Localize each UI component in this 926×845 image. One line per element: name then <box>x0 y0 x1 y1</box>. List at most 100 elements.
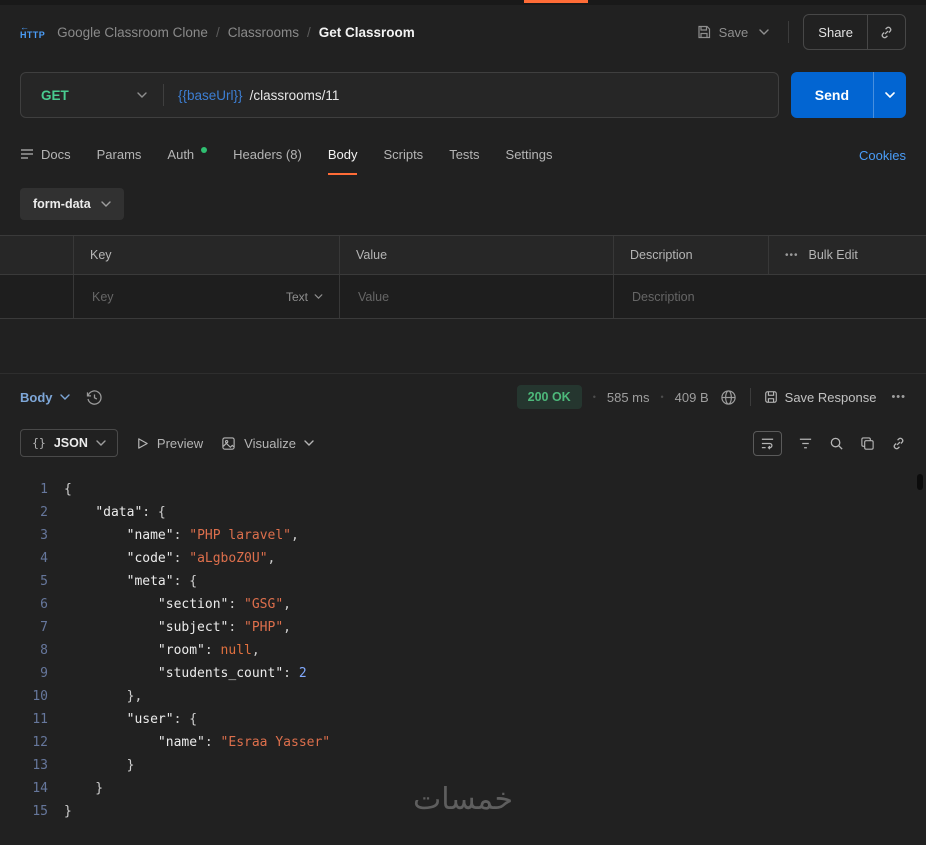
response-more-button[interactable]: ••• <box>891 391 906 403</box>
table-header-row: Key Value Description ••• Bulk Edit <box>0 236 926 275</box>
method-select[interactable]: GET <box>21 88 163 103</box>
row-key-cell: Text <box>74 275 340 318</box>
tab-label: Headers (8) <box>233 146 302 162</box>
key-input[interactable] <box>90 288 278 305</box>
copy-icon <box>861 436 874 450</box>
row-select-cell <box>0 275 74 318</box>
tab-params[interactable]: Params <box>97 135 142 175</box>
link-icon <box>893 437 904 449</box>
response-format-select[interactable]: {} JSON <box>20 429 118 457</box>
copy-button[interactable] <box>860 436 875 451</box>
value-input[interactable] <box>356 288 597 305</box>
share-button[interactable]: Share <box>804 15 867 49</box>
copy-link-button[interactable] <box>868 15 905 49</box>
globe-icon <box>720 389 736 405</box>
description-input[interactable] <box>630 288 910 305</box>
visualize-label: Visualize <box>244 435 296 451</box>
bulk-edit-link[interactable]: Bulk Edit <box>809 248 858 262</box>
postman-app: ← HTTP Google Classroom Clone / Classroo… <box>0 0 926 845</box>
cookies-link[interactable]: Cookies <box>859 148 906 163</box>
http-label: HTTP <box>20 30 46 40</box>
send-button[interactable]: Send <box>790 72 873 118</box>
send-label: Send <box>814 87 849 103</box>
response-size: 409 B <box>674 389 709 405</box>
chevron-down-icon <box>759 29 769 35</box>
chevron-down-icon <box>96 440 106 446</box>
braces-icon: {} <box>32 436 46 450</box>
chevron-down-icon <box>137 92 147 98</box>
table-more-icon[interactable]: ••• <box>785 250 799 261</box>
method-label: GET <box>41 87 69 103</box>
tab-tests[interactable]: Tests <box>449 135 479 175</box>
body-type-label: form-data <box>33 197 91 211</box>
save-options-button[interactable] <box>754 29 774 35</box>
tab-label: Settings <box>505 146 553 162</box>
wrap-text-icon <box>761 438 774 450</box>
row-value-cell <box>340 275 614 318</box>
tab-docs[interactable]: Docs <box>20 135 71 175</box>
save-icon <box>698 25 710 39</box>
save-response-button[interactable]: Save Response <box>764 390 876 405</box>
wrap-text-button[interactable] <box>753 430 782 456</box>
response-meta: 200 OK • 585 ms • 409 B Save Response ••… <box>516 385 906 409</box>
send-button-group: Send <box>790 72 906 118</box>
value-type-select[interactable]: Text <box>286 290 323 304</box>
http-request-icon: ← HTTP <box>20 23 46 40</box>
tab-headers[interactable]: Headers (8) <box>233 135 302 175</box>
breadcrumb-separator: / <box>215 24 220 40</box>
response-toolbar-icons <box>753 430 906 456</box>
share-response-button[interactable] <box>891 436 906 451</box>
chevron-down-icon <box>314 294 323 299</box>
header-actions: Save Share <box>696 14 906 50</box>
select-column-header <box>0 236 74 274</box>
filter-button[interactable] <box>798 436 813 451</box>
key-column-header: Key <box>74 236 340 274</box>
meta-dot: • <box>592 392 596 402</box>
tab-settings[interactable]: Settings <box>506 135 553 175</box>
play-icon <box>138 437 148 449</box>
response-time: 585 ms <box>606 389 650 405</box>
response-section: Body 200 OK • 585 ms • 409 B Save Respon… <box>0 373 926 823</box>
response-view-toolbar: {} JSON Preview Visualize <box>0 420 926 470</box>
save-label: Save <box>718 24 749 40</box>
breadcrumb-collection[interactable]: Classrooms <box>228 25 299 40</box>
row-description-cell <box>614 275 926 318</box>
meta-divider <box>749 388 751 406</box>
history-icon <box>86 389 102 405</box>
preview-button[interactable]: Preview <box>136 436 203 451</box>
url-path: /classrooms/11 <box>249 87 340 103</box>
chevron-down-icon <box>304 440 314 446</box>
response-history-button[interactable] <box>86 389 103 406</box>
save-response-icon <box>764 391 777 403</box>
search-button[interactable] <box>829 436 844 451</box>
share-group: Share <box>803 14 906 50</box>
tab-body[interactable]: Body <box>327 135 358 175</box>
active-tab-indicator <box>524 0 588 3</box>
body-type-select[interactable]: form-data <box>20 188 124 220</box>
response-body-select[interactable]: Body <box>20 390 70 405</box>
tab-label: Docs <box>41 146 71 162</box>
save-button[interactable]: Save <box>696 24 749 40</box>
value-column-header: Value <box>340 236 614 274</box>
code-content: { "data": { "name": "PHP laravel", "code… <box>64 482 331 819</box>
tab-label: Params <box>96 146 142 162</box>
tab-auth[interactable]: Auth <box>167 135 208 175</box>
request-header: ← HTTP Google Classroom Clone / Classroo… <box>0 5 926 59</box>
response-body-label: Body <box>20 389 53 405</box>
breadcrumb-workspace[interactable]: Google Classroom Clone <box>57 25 208 40</box>
url-input[interactable]: {{baseUrl}} /classrooms/11 <box>164 88 353 103</box>
breadcrumb-separator: / <box>306 24 311 40</box>
send-options-button[interactable] <box>873 72 906 118</box>
visualize-button[interactable]: Visualize <box>221 436 314 451</box>
form-data-table: Key Value Description ••• Bulk Edit Text <box>0 235 926 319</box>
filter-icon <box>799 438 812 448</box>
scrollbar-thumb[interactable] <box>917 474 923 490</box>
value-type-label: Text <box>285 289 308 304</box>
tab-scripts[interactable]: Scripts <box>383 135 423 175</box>
image-icon <box>222 436 235 450</box>
search-icon <box>830 437 843 450</box>
url-variable-chip: {{baseUrl}} <box>178 87 243 103</box>
network-info-button[interactable] <box>720 389 737 406</box>
chevron-down-icon <box>100 201 111 207</box>
tab-label: Scripts <box>383 146 424 162</box>
